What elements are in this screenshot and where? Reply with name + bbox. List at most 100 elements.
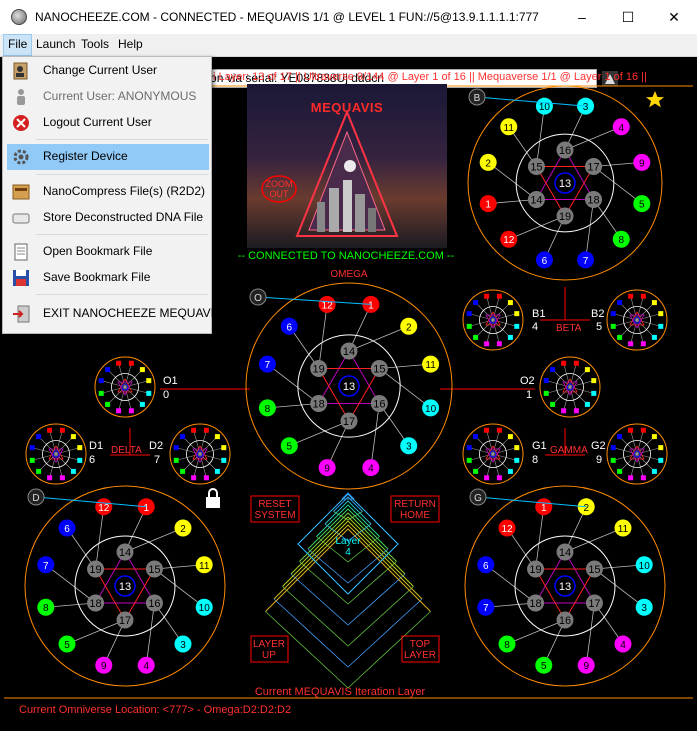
- outer-node[interactable]: 4: [612, 118, 630, 136]
- inner-node[interactable]: 16: [556, 611, 574, 629]
- menu-launch[interactable]: Launch: [32, 34, 79, 56]
- outer-node[interactable]: 5: [535, 656, 553, 674]
- outer-node[interactable]: 11: [500, 118, 518, 136]
- menu-help[interactable]: Help: [114, 34, 147, 56]
- menu-item-register-device[interactable]: Register Device: [7, 144, 209, 170]
- outer-node[interactable]: 7: [477, 598, 495, 616]
- inner-node[interactable]: 16: [556, 141, 574, 159]
- outer-node[interactable]: 12: [95, 498, 113, 516]
- outer-node[interactable]: 3: [635, 598, 653, 616]
- d1-mini-wheel[interactable]: [25, 423, 87, 485]
- menu-item-nanocompress[interactable]: NanoCompress File(s) (R2D2): [3, 179, 209, 205]
- outer-node[interactable]: 3: [174, 635, 192, 653]
- outer-node[interactable]: 10: [535, 97, 553, 115]
- outer-node[interactable]: 2: [400, 317, 418, 335]
- outer-node[interactable]: 2: [479, 153, 497, 171]
- menu-item-store-dna[interactable]: Store Deconstructed DNA File: [3, 205, 209, 231]
- outer-node[interactable]: 1: [479, 195, 497, 213]
- outer-node[interactable]: 10: [635, 556, 653, 574]
- inner-node[interactable]: 17: [585, 594, 603, 612]
- inner-node[interactable]: 19: [556, 207, 574, 225]
- b1-mini-wheel[interactable]: [462, 289, 524, 351]
- g-marker[interactable]: G: [469, 488, 587, 508]
- menu-item-save-bookmark[interactable]: Save Bookmark File: [3, 265, 209, 291]
- o1-mini-wheel[interactable]: [94, 356, 156, 418]
- menu-item-open-bookmark[interactable]: Open Bookmark File: [3, 239, 209, 265]
- inner-node[interactable]: 16: [370, 395, 388, 413]
- omega-marker[interactable]: O: [249, 288, 371, 306]
- b-wheel[interactable]: 16171819141513349587612121110B: [467, 85, 663, 281]
- minimize-icon[interactable]: –: [559, 0, 605, 34]
- menu-item-change-user[interactable]: Change Current User: [3, 58, 209, 84]
- b-marker[interactable]: B: [468, 88, 586, 107]
- star-icon[interactable]: [646, 91, 664, 108]
- outer-node[interactable]: 6: [58, 519, 76, 537]
- outer-node[interactable]: 4: [362, 459, 380, 477]
- center-node[interactable]: 13: [338, 375, 360, 397]
- inner-node[interactable]: 19: [87, 560, 105, 578]
- outer-node[interactable]: 10: [195, 598, 213, 616]
- outer-node[interactable]: 5: [633, 195, 651, 213]
- inner-node[interactable]: 18: [585, 190, 603, 208]
- center-node[interactable]: 13: [114, 575, 136, 597]
- outer-node[interactable]: 12: [500, 230, 518, 248]
- d-wheel[interactable]: 14151617181913121110349587612D: [24, 485, 226, 687]
- inner-node[interactable]: 19: [310, 359, 328, 377]
- inner-node[interactable]: 18: [310, 395, 328, 413]
- outer-node[interactable]: 7: [577, 251, 595, 269]
- outer-node[interactable]: 11: [195, 556, 213, 574]
- inner-node[interactable]: 14: [116, 543, 134, 561]
- inner-node[interactable]: 14: [340, 342, 358, 360]
- outer-node[interactable]: 11: [422, 355, 440, 373]
- menu-item-exit[interactable]: EXIT NANOCHEEZE MEQUAVIS: [3, 301, 222, 327]
- outer-node[interactable]: 9: [95, 656, 113, 674]
- inner-node[interactable]: 15: [370, 359, 388, 377]
- maximize-icon[interactable]: ☐: [605, 0, 651, 34]
- outer-node[interactable]: 6: [477, 556, 495, 574]
- inner-node[interactable]: 18: [527, 594, 545, 612]
- outer-node[interactable]: 7: [258, 355, 276, 373]
- inner-node[interactable]: 15: [527, 158, 545, 176]
- outer-node[interactable]: 6: [535, 251, 553, 269]
- outer-node[interactable]: 5: [280, 437, 298, 455]
- layer-up-button[interactable]: LAYER UP: [250, 635, 289, 663]
- inner-node[interactable]: 15: [585, 560, 603, 578]
- g1-mini-wheel[interactable]: [462, 423, 524, 485]
- outer-node[interactable]: 5: [58, 635, 76, 653]
- g-wheel[interactable]: 14 15 17 16 18 19 13 2 11 10 3 4 9 5 8 7 6 12 1 G: [464, 485, 666, 687]
- reset-system-button[interactable]: RESET SYSTEM: [250, 495, 300, 523]
- close-icon[interactable]: ✕: [651, 0, 697, 34]
- inner-node[interactable]: 14: [527, 190, 545, 208]
- g2-mini-wheel[interactable]: [606, 423, 668, 485]
- center-node[interactable]: 13: [554, 575, 576, 597]
- menu-tools[interactable]: Tools: [77, 34, 113, 56]
- outer-node[interactable]: 1: [535, 498, 553, 516]
- outer-node[interactable]: 8: [37, 598, 55, 616]
- d-marker[interactable]: D: [27, 488, 147, 508]
- inner-node[interactable]: 17: [116, 611, 134, 629]
- outer-node[interactable]: 8: [612, 230, 630, 248]
- inner-node[interactable]: 18: [87, 594, 105, 612]
- outer-node[interactable]: 4: [137, 656, 155, 674]
- outer-node[interactable]: 2: [174, 519, 192, 537]
- top-layer-button[interactable]: TOP LAYER: [401, 635, 440, 663]
- outer-node[interactable]: 9: [318, 459, 336, 477]
- d2-mini-wheel[interactable]: [169, 423, 231, 485]
- inner-node[interactable]: 17: [585, 158, 603, 176]
- inner-node[interactable]: 16: [145, 594, 163, 612]
- inner-node[interactable]: 17: [340, 412, 358, 430]
- menu-file[interactable]: File: [3, 34, 33, 56]
- outer-node[interactable]: 11: [614, 519, 632, 537]
- outer-node[interactable]: 6: [280, 317, 298, 335]
- return-home-button[interactable]: RETURN HOME: [390, 495, 440, 523]
- outer-node[interactable]: 12: [498, 519, 516, 537]
- lock-icon[interactable]: [206, 488, 220, 508]
- outer-node[interactable]: 8: [258, 399, 276, 417]
- outer-node[interactable]: 10: [422, 399, 440, 417]
- menu-item-logout[interactable]: Logout Current User: [3, 110, 209, 136]
- outer-node[interactable]: 12: [318, 295, 336, 313]
- outer-node[interactable]: 9: [577, 656, 595, 674]
- omega-wheel[interactable]: 14151617181913121110349587612O: [245, 282, 453, 490]
- outer-node[interactable]: 4: [614, 635, 632, 653]
- inner-node[interactable]: 15: [145, 560, 163, 578]
